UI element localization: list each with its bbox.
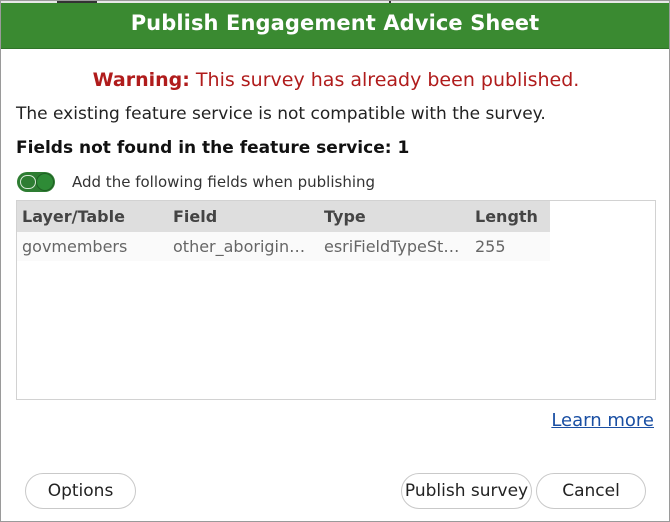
- warning-message: Warning: This survey has already been pu…: [1, 69, 670, 91]
- compatibility-message: The existing feature service is not comp…: [16, 104, 546, 124]
- top-sliver: [1, 1, 669, 3]
- publish-survey-button[interactable]: Publish survey: [401, 473, 532, 509]
- warning-label: Warning:: [92, 69, 190, 91]
- add-fields-toggle[interactable]: [17, 172, 55, 192]
- add-fields-toggle-label: Add the following fields when publishing: [72, 173, 376, 191]
- column-header-layer[interactable]: Layer/Table: [22, 207, 167, 226]
- cell-layer: govmembers: [22, 237, 128, 256]
- options-button[interactable]: Options: [25, 473, 136, 509]
- cancel-button[interactable]: Cancel: [536, 473, 646, 509]
- column-header-type[interactable]: Type: [324, 207, 462, 226]
- column-header-length[interactable]: Length: [475, 207, 545, 226]
- toggle-knob: [36, 173, 54, 191]
- title-bar: Publish Engagement Advice Sheet: [1, 1, 669, 49]
- publish-dialog: Publish Engagement Advice Sheet Warning:…: [0, 0, 670, 522]
- table-row[interactable]: govmembers other_aborigin… esriFieldType…: [17, 232, 550, 261]
- table-header: Layer/Table Field Type Length: [17, 201, 550, 232]
- cell-length: 255: [475, 237, 506, 256]
- cell-type: esriFieldTypeSt…: [324, 237, 460, 256]
- fields-table: Layer/Table Field Type Length govmembers…: [16, 200, 656, 400]
- learn-more-link[interactable]: Learn more: [551, 410, 654, 431]
- cell-field: other_aborigin…: [173, 237, 306, 256]
- column-header-field[interactable]: Field: [173, 207, 311, 226]
- fields-heading: Fields not found in the feature service:…: [16, 138, 410, 158]
- dialog-title: Publish Engagement Advice Sheet: [130, 11, 540, 35]
- warning-text: This survey has already been published.: [195, 69, 580, 91]
